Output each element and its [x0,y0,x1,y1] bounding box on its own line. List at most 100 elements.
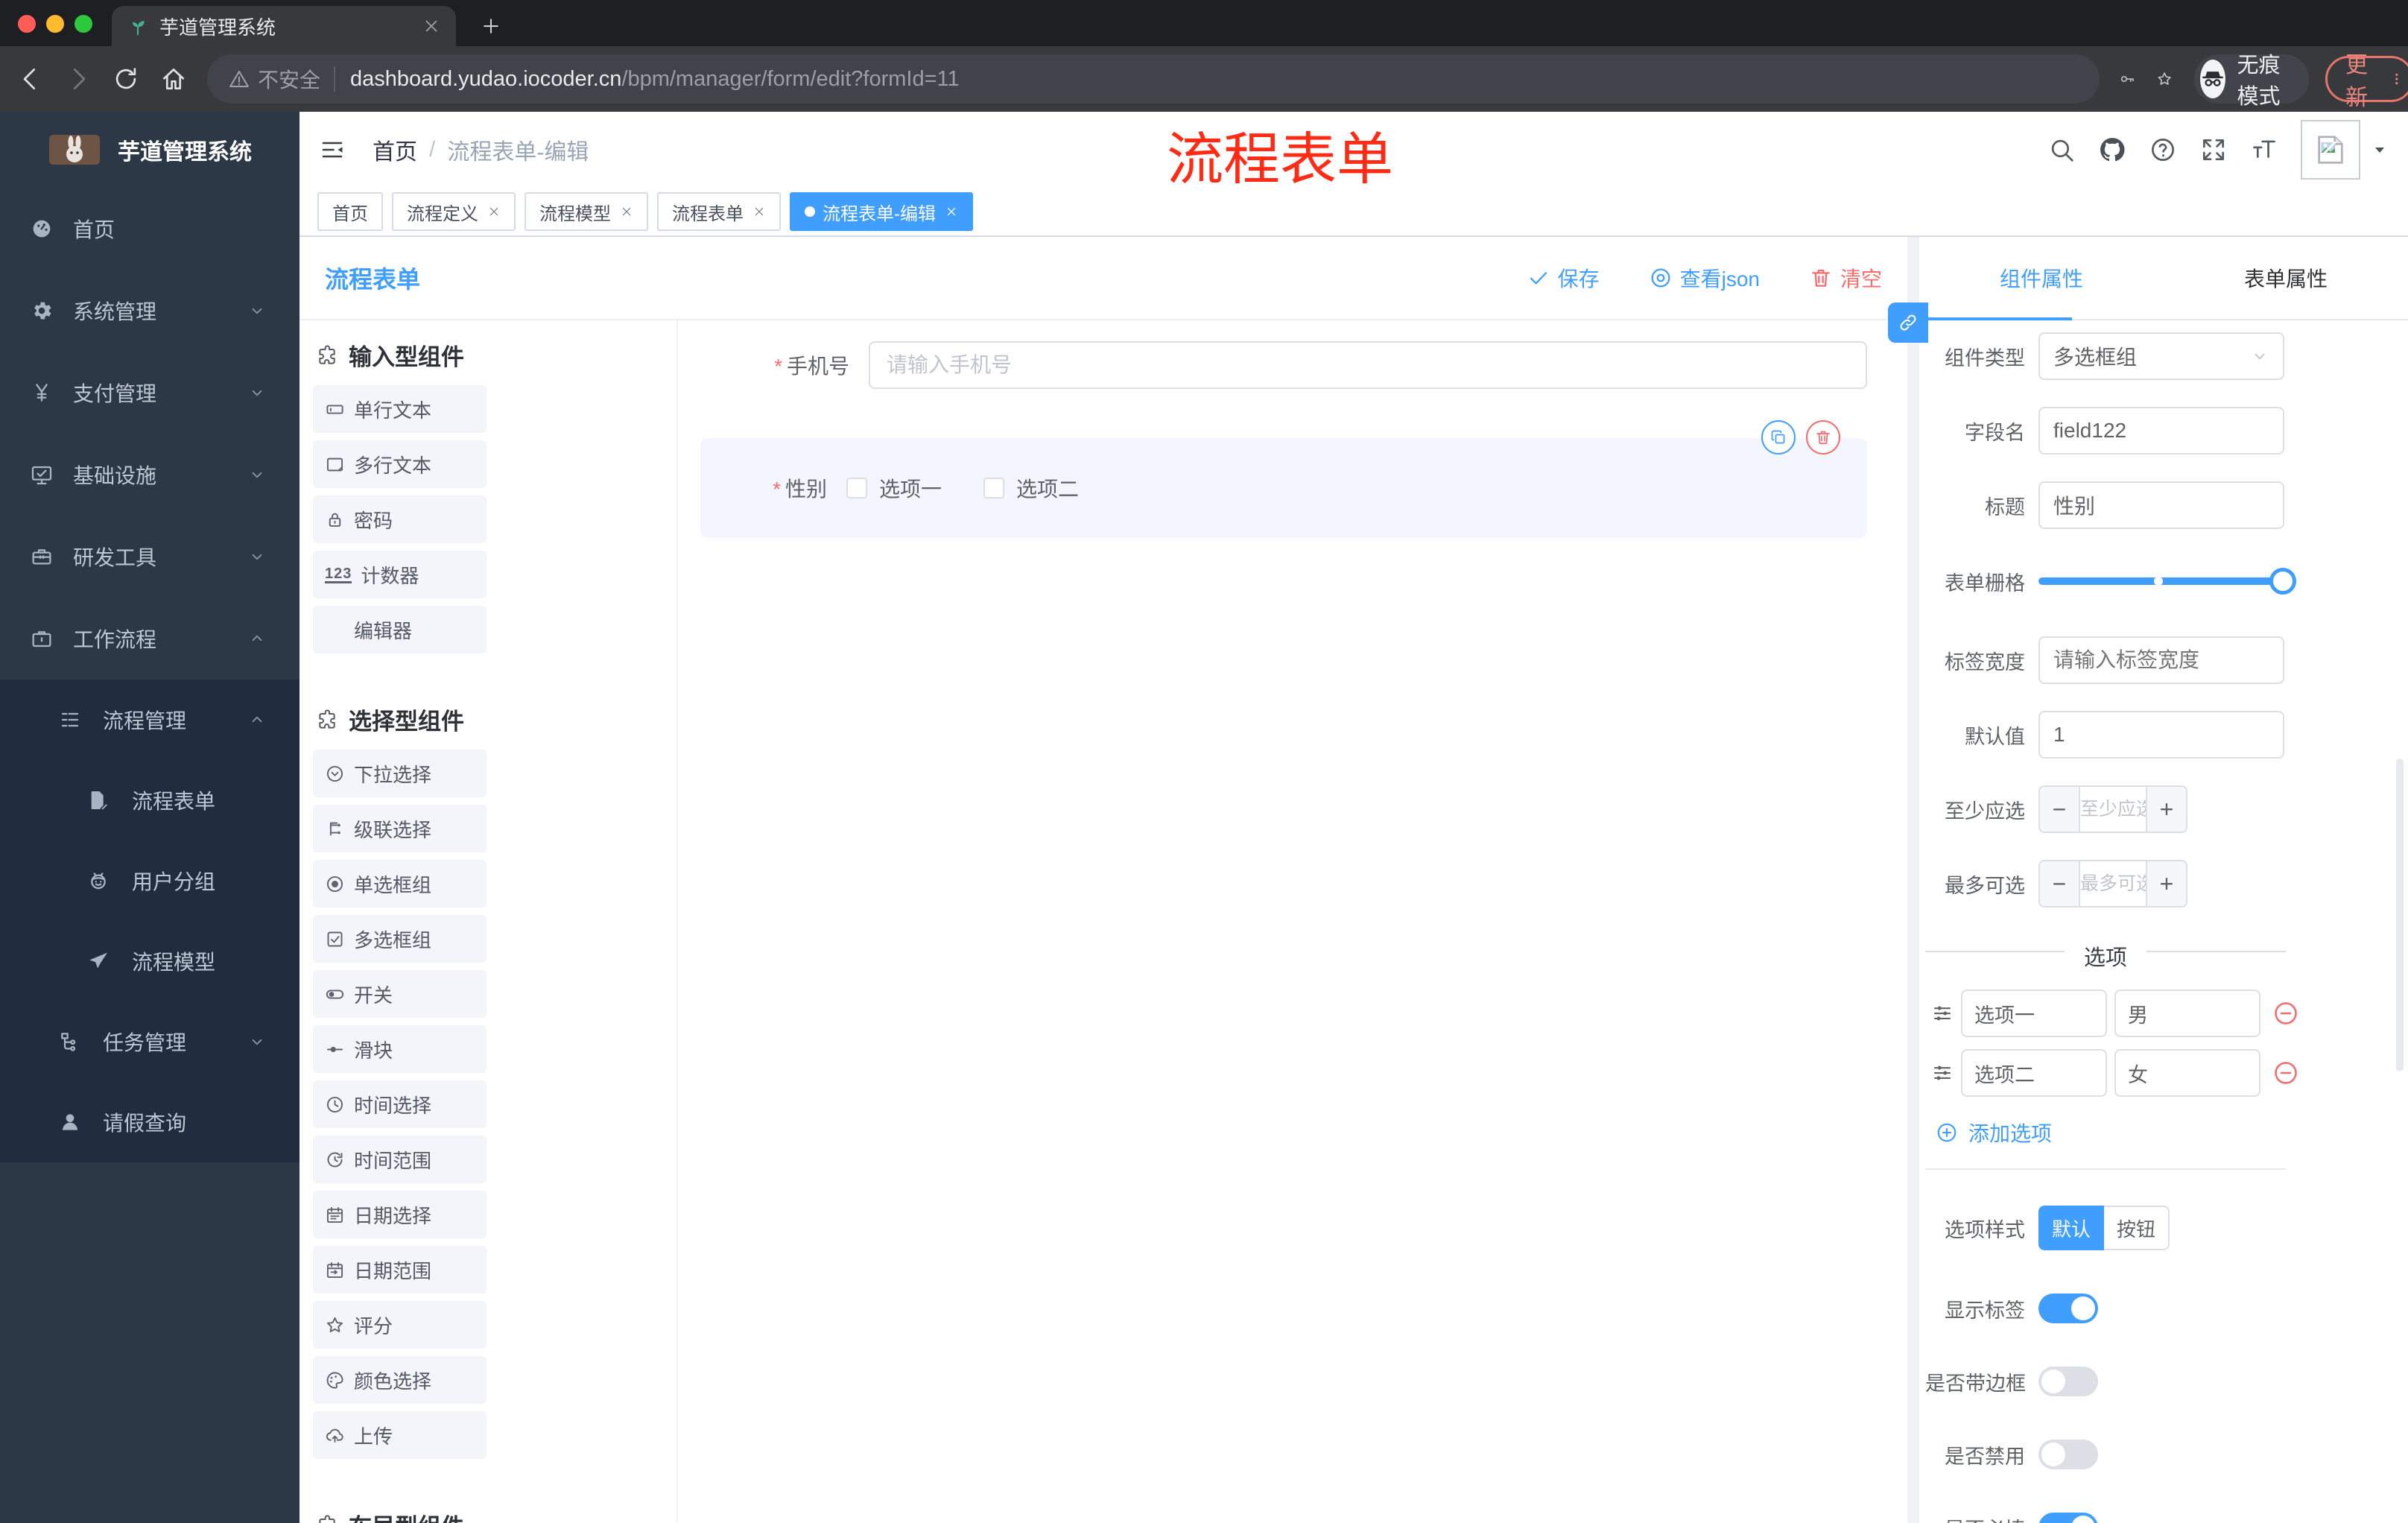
tab-close-icon[interactable] [422,16,441,36]
canvas-field-phone[interactable]: * 手机号 [700,341,1867,389]
sidebar-fold-icon[interactable] [319,136,346,163]
palette-item-single-text[interactable]: 单行文本 [313,385,487,433]
password-key-icon[interactable] [2119,66,2135,92]
option-1-value-input[interactable] [2114,990,2260,1037]
tag-process-definition[interactable]: 流程定义 [392,192,516,231]
clear-button[interactable]: 清空 [1809,263,1882,293]
save-button[interactable]: 保存 [1527,263,1600,293]
new-tab-button[interactable] [475,10,507,42]
tag-process-form-edit[interactable]: 流程表单-编辑 [790,192,973,231]
style-button-button[interactable]: 按钮 [2104,1206,2170,1250]
palette-item-switch[interactable]: 开关 [313,970,487,1018]
option-2-value-input[interactable] [2114,1049,2260,1097]
font-size-icon[interactable] [2250,136,2278,164]
palette-item-multi-text[interactable]: 多行文本 [313,440,487,488]
drag-handle-icon[interactable] [1931,1062,1954,1084]
option-2-label-input[interactable] [1961,1049,2107,1097]
title-input[interactable] [2038,481,2284,529]
tag-close-icon[interactable] [945,205,958,218]
search-icon[interactable] [2047,136,2076,164]
back-icon[interactable] [16,65,45,93]
inspector-scrollbar[interactable] [2396,759,2404,1071]
field-name-input[interactable] [2038,407,2284,455]
github-icon[interactable] [2098,136,2126,164]
browser-update-button[interactable]: 更新 [2325,53,2408,110]
reload-icon[interactable] [112,65,140,93]
style-default-button[interactable]: 默认 [2038,1206,2104,1250]
sidebar-item-process-form[interactable]: 流程表单 [0,760,300,840]
tag-close-icon[interactable] [752,205,766,218]
home-icon[interactable] [159,65,188,93]
tag-process-form[interactable]: 流程表单 [657,192,781,231]
help-icon[interactable] [2149,136,2177,164]
palette-item-slider[interactable]: 滑块 [313,1025,487,1073]
tab-form-props[interactable]: 表单属性 [2164,237,2408,319]
sidebar-item-process-management[interactable]: 流程管理 [0,680,300,760]
option-1-label-input[interactable] [1961,990,2107,1037]
drag-handle-icon[interactable] [1931,1002,1954,1025]
app-logo[interactable]: 芋道管理系统 [0,112,300,188]
bookmark-star-icon[interactable] [2156,66,2173,92]
border-toggle[interactable] [2038,1367,2098,1396]
browser-tab[interactable]: 芋道管理系统 [112,6,456,46]
palette-item-password[interactable]: 密码 [313,495,487,543]
palette-item-date-picker[interactable]: 日期选择 [313,1191,487,1238]
sidebar-item-user-group[interactable]: 用户分组 [0,840,300,921]
palette-item-date-range[interactable]: 日期范围 [313,1246,487,1294]
sidebar-item-devtools[interactable]: 研发工具 [0,516,300,598]
min-select-input[interactable] [2080,787,2146,832]
remove-option-icon[interactable] [2272,1000,2299,1027]
forward-icon[interactable] [64,65,92,93]
add-option-button[interactable]: 添加选项 [1936,1118,2408,1147]
palette-item-cascader[interactable]: 级联选择 [313,805,487,852]
label-width-input[interactable] [2038,636,2284,684]
minimize-window-button[interactable] [46,15,64,33]
show-label-toggle[interactable] [2038,1294,2098,1323]
palette-item-radio-group[interactable]: 单选框组 [313,860,487,908]
palette-item-time-picker[interactable]: 时间选择 [313,1080,487,1128]
palette-item-upload[interactable]: 上传 [313,1411,487,1459]
palette-item-time-range[interactable]: 时间范围 [313,1136,487,1183]
form-grid-slider[interactable] [2038,559,2296,604]
tag-home[interactable]: 首页 [317,192,383,231]
avatar-caret-down-icon[interactable] [2371,141,2389,159]
palette-item-counter[interactable]: 123 计数器 [313,551,487,598]
copy-component-button[interactable] [1761,420,1796,455]
view-json-button[interactable]: 查看json [1649,263,1760,293]
sidebar-item-system[interactable]: 系统管理 [0,270,300,352]
tag-close-icon[interactable] [620,205,633,218]
max-select-input[interactable] [2080,861,2146,906]
stepper-minus-icon[interactable]: − [2040,861,2080,906]
palette-item-color-picker[interactable]: 颜色选择 [313,1356,487,1404]
sidebar-item-home[interactable]: 首页 [0,188,300,270]
sidebar-item-workflow[interactable]: 工作流程 [0,598,300,680]
component-type-select[interactable]: 多选框组 [2038,332,2284,380]
link-tag[interactable] [1888,303,1928,343]
tag-close-icon[interactable] [487,205,501,218]
sidebar-item-infrastructure[interactable]: 基础设施 [0,434,300,516]
remove-option-icon[interactable] [2272,1060,2299,1086]
stepper-plus-icon[interactable]: + [2146,787,2186,832]
sidebar-item-task-management[interactable]: 任务管理 [0,1001,300,1082]
palette-item-rate[interactable]: 评分 [313,1301,487,1349]
slider-handle[interactable] [2269,568,2296,595]
palette-item-select[interactable]: 下拉选择 [313,750,487,797]
required-toggle[interactable] [2038,1513,2098,1523]
palette-item-checkbox-group[interactable]: 多选框组 [313,915,487,963]
tab-component-props[interactable]: 组件属性 [1919,237,2164,319]
stepper-plus-icon[interactable]: + [2146,861,2186,906]
palette-item-editor[interactable]: 编辑器 [313,606,487,653]
url-bar[interactable]: 不安全 dashboard.yudao.iocoder.cn/bpm/manag… [207,54,2100,104]
canvas-field-gender-selected[interactable]: * 性别 选项一 选项二 [700,420,1867,538]
stepper-minus-icon[interactable]: − [2040,787,2080,832]
breadcrumb-home[interactable]: 首页 [373,133,417,166]
sidebar-item-process-model[interactable]: 流程模型 [0,921,300,1001]
disabled-toggle[interactable] [2038,1440,2098,1469]
fullscreen-icon[interactable] [2199,136,2228,164]
form-canvas[interactable]: *手机号 *性别 选项一 [678,320,1907,1523]
sidebar-item-leave-query[interactable]: 请假查询 [0,1082,300,1162]
sidebar-item-payment[interactable]: 支付管理 [0,352,300,434]
phone-input[interactable] [869,341,1867,389]
maximize-window-button[interactable] [75,15,92,33]
default-value-input[interactable] [2038,711,2284,759]
